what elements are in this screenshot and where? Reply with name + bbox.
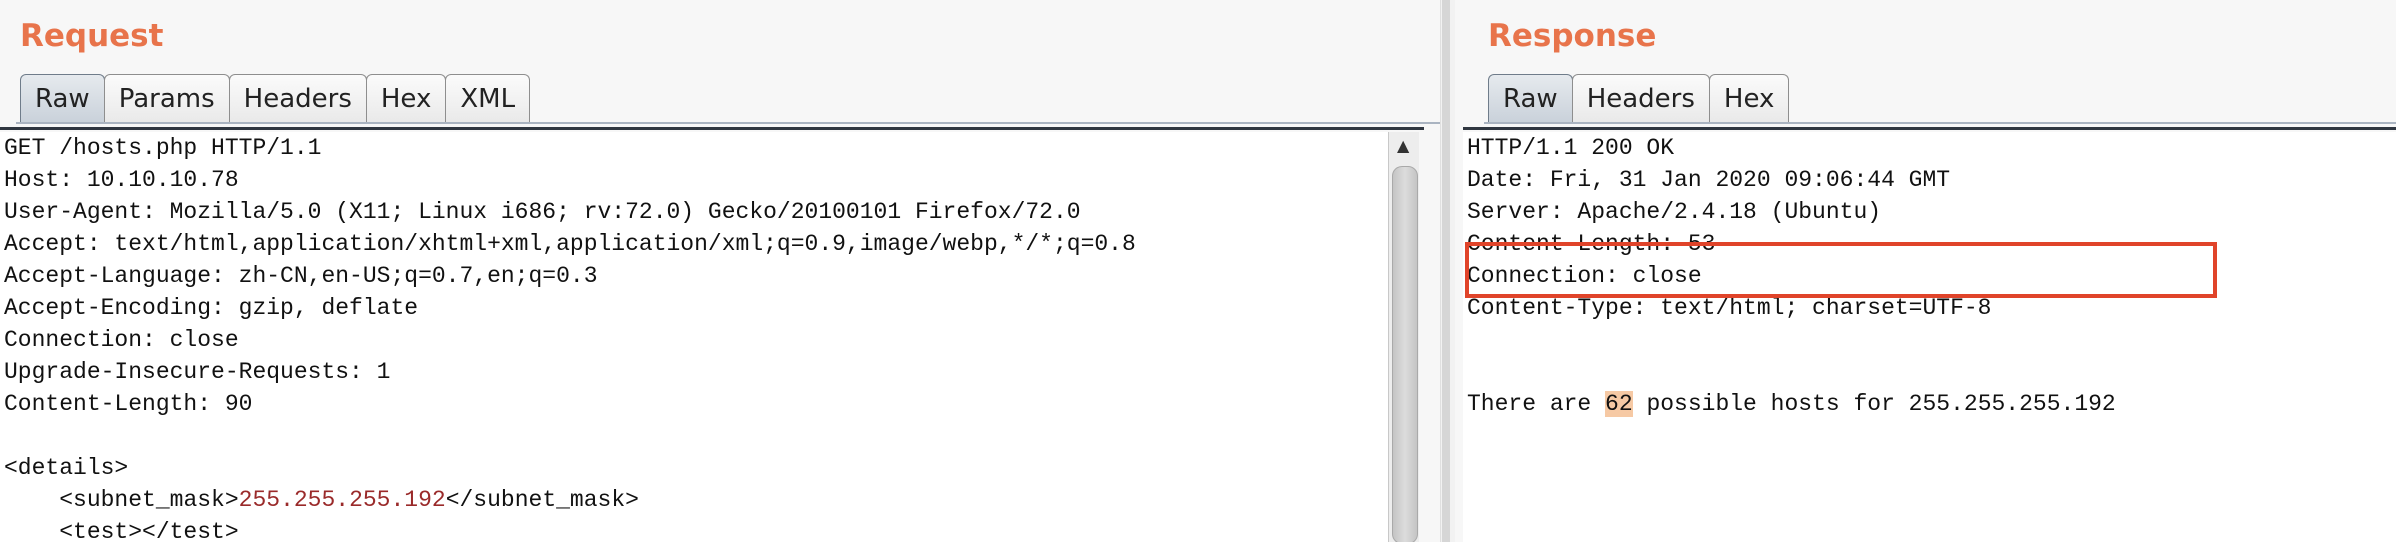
request-line-blank [0, 420, 1388, 452]
pane-divider-handle[interactable] [1442, 0, 1450, 542]
request-line: Host: 10.10.10.78 [4, 167, 239, 193]
response-line-blank [1463, 324, 2396, 356]
request-tab-baseline [16, 122, 1440, 124]
request-line: GET /hosts.php HTTP/1.1 [4, 135, 322, 161]
request-line: Connection: close [4, 327, 239, 353]
request-line-test: <test></test> [4, 519, 239, 542]
request-line: Content-Length: 90 [4, 391, 253, 417]
response-tab-baseline [1484, 122, 2396, 124]
response-tab-raw[interactable]: Raw [1488, 74, 1573, 123]
xml-indent [4, 487, 59, 513]
request-line-details-open: <details> [4, 455, 129, 481]
response-editor-top-border [1463, 127, 2396, 130]
request-line: Accept: text/html,application/xhtml+xml,… [4, 231, 1136, 257]
response-title: Response [1488, 18, 1657, 54]
response-tabs: Raw Headers Hex [1488, 74, 1790, 124]
body-suffix: possible hosts for 255.255.255.192 [1632, 391, 2116, 417]
request-line: Upgrade-Insecure-Requests: 1 [4, 359, 391, 385]
request-tab-xml[interactable]: XML [445, 74, 531, 123]
request-tab-headers[interactable]: Headers [228, 74, 367, 123]
request-line: Accept-Language: zh-CN,en-US;q=0.7,en;q=… [4, 263, 598, 289]
response-body-line: There are 62 possible hosts for 255.255.… [1463, 388, 2396, 420]
response-line: HTTP/1.1 200 OK [1467, 135, 1675, 161]
request-tab-params[interactable]: Params [103, 74, 230, 123]
response-line: Server: Apache/2.4.18 (Ubuntu) [1467, 199, 1882, 225]
response-tab-headers[interactable]: Headers [1571, 74, 1710, 123]
xml-close-tag: </subnet_mask> [445, 487, 639, 513]
response-tab-hex[interactable]: Hex [1708, 74, 1790, 123]
scroll-up-arrow-icon[interactable]: ▲ [1397, 138, 1409, 154]
request-editor-top-border [0, 127, 1424, 130]
response-editor[interactable]: HTTP/1.1 200 OK Date: Fri, 31 Jan 2020 0… [1463, 132, 2396, 542]
request-title: Request [20, 18, 164, 54]
request-line-subnet-mask: <subnet_mask>255.255.255.192</subnet_mas… [0, 484, 1388, 516]
host-count-highlight: 62 [1605, 391, 1633, 417]
request-tabs: Raw Params Headers Hex XML [20, 74, 531, 124]
response-pane: Response Raw Headers Hex HTTP/1.1 200 OK… [1455, 0, 2396, 542]
subnet-mask-value: 255.255.255.192 [238, 487, 446, 513]
xml-open-tag: <subnet_mask> [59, 487, 239, 513]
body-prefix: There are [1467, 391, 1606, 417]
request-scrollbar[interactable]: ▲ [1388, 132, 1419, 542]
request-pane: Request Raw Params Headers Hex XML GET /… [0, 0, 1440, 542]
scroll-thumb[interactable] [1392, 166, 1418, 542]
request-tab-raw[interactable]: Raw [20, 74, 105, 123]
request-editor[interactable]: GET /hosts.php HTTP/1.1 Host: 10.10.10.7… [0, 132, 1388, 542]
request-tab-hex[interactable]: Hex [365, 74, 447, 123]
request-line: Accept-Encoding: gzip, deflate [4, 295, 419, 321]
response-body-highlight-box [1465, 242, 2217, 298]
response-line-blank [1463, 356, 2396, 388]
request-line: User-Agent: Mozilla/5.0 (X11; Linux i686… [4, 199, 1081, 225]
response-line: Date: Fri, 31 Jan 2020 09:06:44 GMT [1467, 167, 1951, 193]
